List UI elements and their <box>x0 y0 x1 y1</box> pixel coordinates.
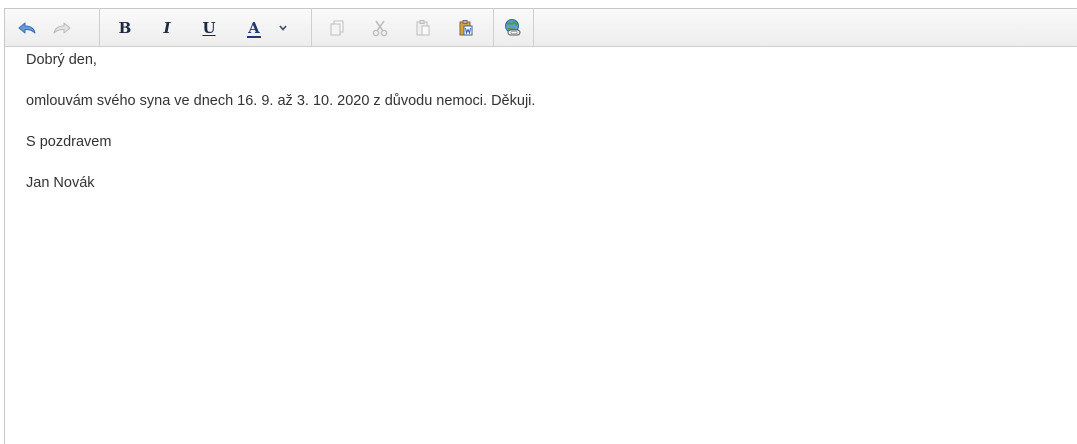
bold-button[interactable]: B <box>114 17 136 39</box>
redo-button[interactable] <box>51 17 73 39</box>
content-line-body: omlouvám svého syna ve dnech 16. 9. až 3… <box>26 93 536 109</box>
italic-button[interactable]: I <box>156 17 178 39</box>
content-line-greeting: Dobrý den, <box>26 52 97 68</box>
font-color-dropdown[interactable] <box>276 17 290 39</box>
editor-toolbar: B I U A <box>5 9 1077 47</box>
underline-button[interactable]: U <box>198 17 220 39</box>
insert-link-icon <box>503 18 523 38</box>
font-color-swatch <box>247 36 261 38</box>
cut-button[interactable] <box>369 17 391 39</box>
rich-text-editor: B I U A Dobrý den, omlouvám svého syna v… <box>4 8 1077 444</box>
font-color-button[interactable]: A <box>243 17 265 39</box>
paste-button[interactable] <box>412 17 434 39</box>
undo-button[interactable] <box>16 17 38 39</box>
format-group: B I U A <box>100 9 312 46</box>
chevron-down-icon <box>278 24 288 32</box>
content-line-closing: S pozdravem <box>26 134 112 150</box>
history-group <box>5 9 100 46</box>
clipboard-group <box>312 9 494 46</box>
paste-icon <box>414 19 432 37</box>
copy-button[interactable] <box>326 17 348 39</box>
redo-icon <box>52 20 72 36</box>
cut-icon <box>371 19 389 37</box>
paste-from-word-icon <box>457 19 475 37</box>
content-line-signature: Jan Novák <box>26 175 95 191</box>
undo-icon <box>17 20 37 36</box>
paste-from-word-button[interactable] <box>455 17 477 39</box>
copy-icon <box>328 19 346 37</box>
link-group <box>494 9 534 46</box>
insert-link-button[interactable] <box>502 17 524 39</box>
